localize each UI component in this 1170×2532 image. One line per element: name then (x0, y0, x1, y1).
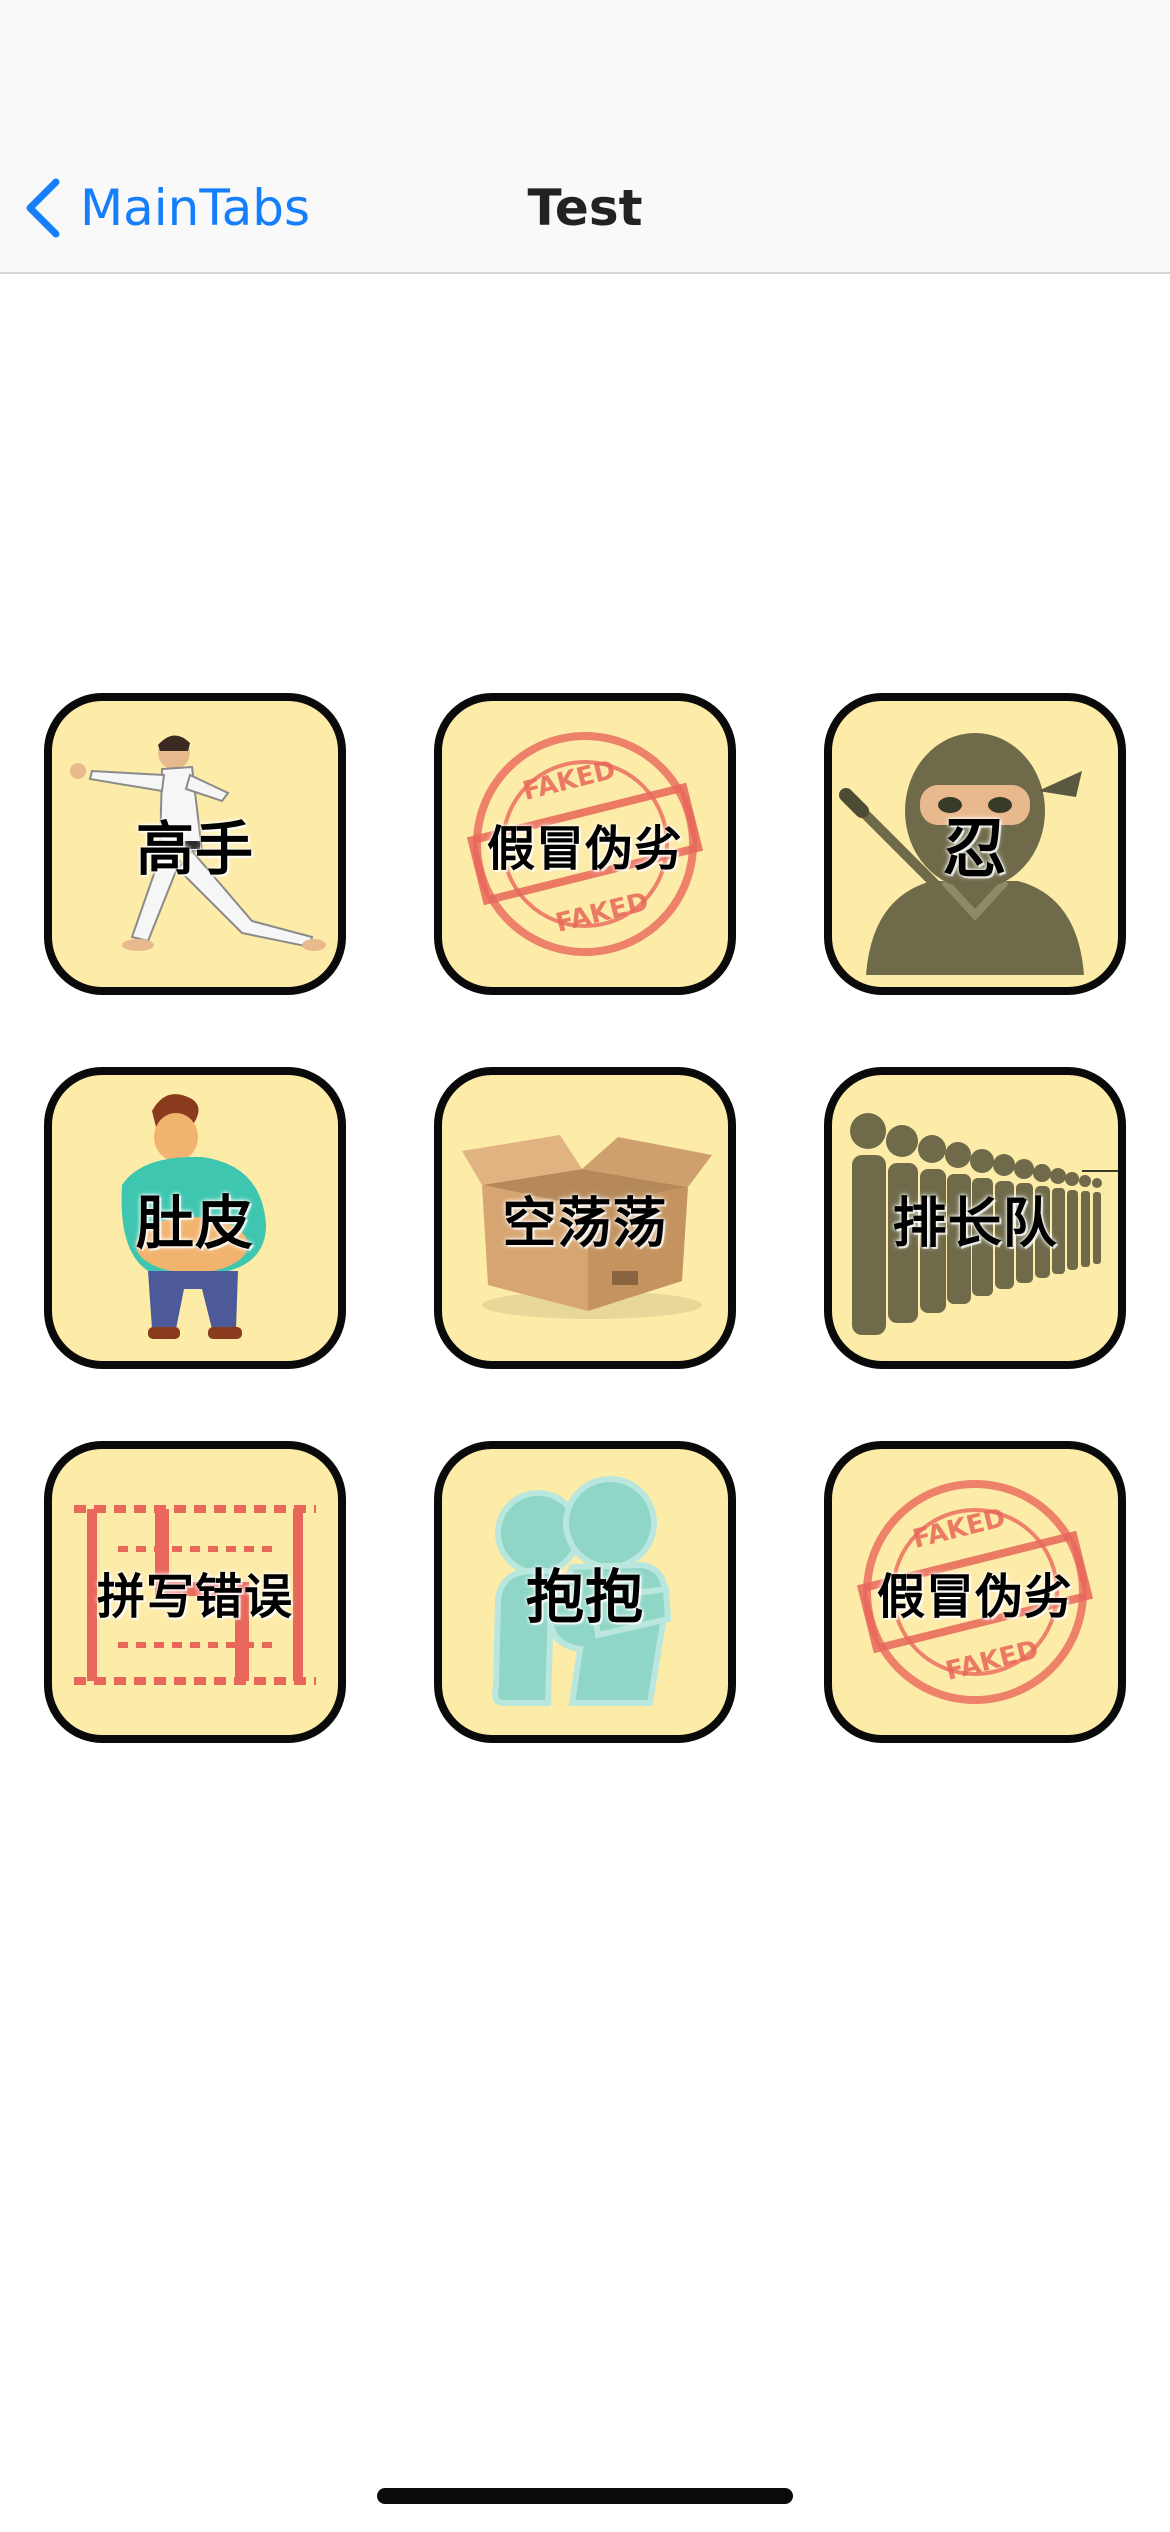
sticker-label: 假冒伪劣 (876, 1569, 1073, 1625)
sticker-label: 抱抱 (525, 1563, 644, 1631)
sticker-tile-faked[interactable]: FAKED FAKED 假冒伪劣 (434, 693, 736, 995)
sticker-label: 排长队 (892, 1191, 1058, 1255)
page-title: Test (527, 179, 643, 237)
sticker-tile-empty[interactable]: 空荡荡 (434, 1067, 736, 1369)
sticker-tile-typo[interactable]: 拼写错误 (44, 1441, 346, 1743)
sticker-tile-belly[interactable]: 肚皮 (44, 1067, 346, 1369)
sticker-label: 肚皮 (135, 1189, 254, 1257)
sticker-grid: 高手 FAKED FAKED 假冒伪劣 忍 肚皮 空荡荡 排长队 拼写错误 抱抱… (44, 693, 1126, 1743)
sticker-tile-hug[interactable]: 抱抱 (434, 1441, 736, 1743)
navigation-bar: MainTabs Test (0, 0, 1170, 274)
sticker-label: 忍 (942, 813, 1008, 887)
home-indicator[interactable] (377, 2488, 793, 2504)
stamp-text-bottom: FAKED (943, 1635, 1042, 1687)
sticker-label: 高手 (135, 815, 254, 883)
sticker-tile-faked[interactable]: FAKED FAKED 假冒伪劣 (824, 1441, 1126, 1743)
sticker-tile-queue[interactable]: 排长队 (824, 1067, 1126, 1369)
sticker-tile-master[interactable]: 高手 (44, 693, 346, 995)
sticker-label: 空荡荡 (502, 1191, 668, 1255)
stamp-text-bottom: FAKED (553, 887, 652, 939)
sticker-label: 拼写错误 (96, 1569, 293, 1625)
sticker-label: 假冒伪劣 (486, 821, 683, 877)
sticker-tile-ninja[interactable]: 忍 (824, 693, 1126, 995)
